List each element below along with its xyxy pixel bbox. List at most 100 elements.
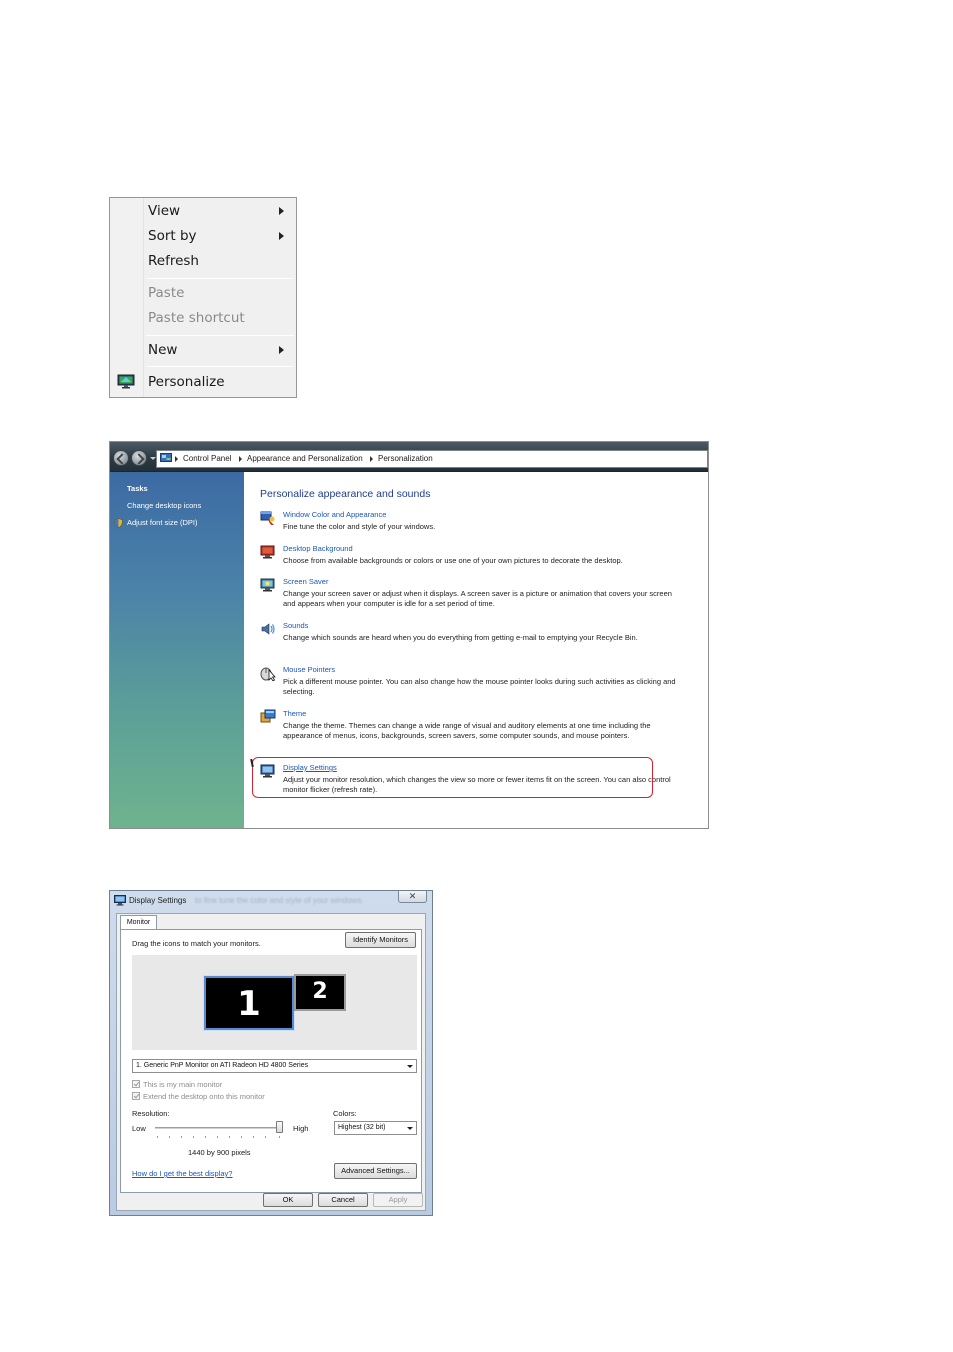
entry-description: Fine tune the color and style of your wi… [283,522,436,531]
menu-item-label: New [148,342,178,358]
breadcrumb[interactable]: Control Panel Appearance and Personaliza… [156,450,708,468]
menu-separator [146,366,294,367]
tasks-sidebar: Tasks Change desktop icons Adjust font s… [110,472,244,828]
forward-button[interactable] [131,450,147,466]
menu-item-paste-shortcut[interactable]: Paste shortcut [148,307,294,329]
slider-tick [253,1136,254,1138]
dialog-body: Monitor Drag the icons to match your mon… [116,913,426,1211]
extend-desktop-label: Extend the desktop onto this monitor [143,1092,265,1101]
sidebar-link-change-desktop-icons[interactable]: Change desktop icons [127,501,201,510]
resolution-label: Resolution: [132,1109,170,1118]
breadcrumb-personalization[interactable]: Personalization [378,451,433,467]
breadcrumb-appearance[interactable]: Appearance and Personalization [247,451,363,467]
sounds-icon [261,623,275,635]
slider-tick [279,1136,280,1138]
uac-shield-icon [114,518,123,528]
monitor-select[interactable]: 1. Generic PnP Monitor on ATI Radeon HD … [132,1059,417,1073]
submenu-arrow-icon [279,232,284,240]
monitor-select-value: 1. Generic PnP Monitor on ATI Radeon HD … [136,1062,309,1069]
slider-tick [169,1136,170,1138]
main-monitor-checkbox[interactable] [132,1080,140,1088]
cancel-button[interactable]: Cancel [318,1193,368,1207]
menu-item-paste[interactable]: Paste [148,282,294,304]
breadcrumb-separator-icon [370,456,373,462]
resolution-slider-track[interactable] [155,1127,281,1129]
link-mouse-pointers[interactable]: Mouse Pointers [283,665,335,674]
monitor-arrangement-area: 1 2 [132,955,417,1050]
screen-saver-icon [260,578,275,592]
window-color-icon [260,511,275,525]
menu-item-sort-by[interactable]: Sort by [148,225,294,247]
extend-desktop-checkbox[interactable] [132,1092,140,1100]
control-panel-icon [160,453,172,462]
slider-tick [181,1136,182,1138]
menu-item-label: Sort by [148,228,197,244]
apply-button[interactable]: Apply [373,1193,423,1207]
colors-label: Colors: [333,1109,357,1118]
desktop-context-menu: View Sort by Refresh Paste Paste shortcu… [109,197,297,398]
sidebar-title: Tasks [127,484,148,493]
menu-item-label: Personalize [148,374,225,390]
slider-tick [217,1136,218,1138]
slider-tick [205,1136,206,1138]
submenu-arrow-icon [279,207,284,215]
entry-description: Choose from available backgrounds or col… [283,556,623,565]
menu-item-label: Paste shortcut [148,310,245,326]
monitor-1-tile[interactable]: 1 [203,975,295,1031]
slider-tick [241,1136,242,1138]
resolution-low-label: Low [132,1124,146,1133]
resolution-slider-thumb[interactable] [276,1121,283,1133]
chevron-down-icon [407,1127,413,1130]
page-title: Personalize appearance and sounds [260,488,431,500]
monitor-tab-panel: Drag the icons to match your monitors. I… [120,929,422,1193]
dialog-title: Display Settings [129,896,187,905]
menu-icon-gutter [110,198,144,397]
resolution-value: 1440 by 900 pixels [188,1148,251,1157]
mouse-pointer-icon [260,667,276,681]
submenu-arrow-icon [279,346,284,354]
colors-select-value: Highest (32 bit) [338,1124,386,1131]
ok-button[interactable]: OK [263,1193,313,1207]
advanced-settings-button[interactable]: Advanced Settings... [334,1163,417,1179]
slider-tick [265,1136,266,1138]
menu-item-refresh[interactable]: Refresh [148,250,294,272]
display-settings-highlight [252,757,653,798]
tab-monitor[interactable]: Monitor [120,915,157,930]
link-window-color[interactable]: Window Color and Appearance [283,510,386,519]
entry-description: Pick a different mouse pointer. You can … [283,677,676,696]
breadcrumb-control-panel[interactable]: Control Panel [183,451,231,467]
slider-tick [193,1136,194,1138]
theme-icon [260,709,276,723]
colors-select[interactable]: Highest (32 bit) [334,1121,417,1135]
menu-item-view[interactable]: View [148,200,294,222]
entry-description: Change your screen saver or adjust when … [283,589,672,608]
close-icon: ✕ [408,891,417,901]
dialog-titlebar[interactable]: Display Settings to fine tune the color … [110,891,432,913]
identify-monitors-button[interactable]: Identify Monitors [345,932,416,948]
best-display-help-link[interactable]: How do I get the best display? [132,1169,232,1178]
desktop-background-icon [260,545,275,559]
link-screen-saver[interactable]: Screen Saver [283,577,328,586]
menu-item-label: View [148,203,181,219]
menu-item-personalize[interactable]: Personalize [148,371,294,393]
drag-instruction: Drag the icons to match your monitors. [132,939,261,948]
back-button[interactable] [113,450,129,466]
address-bar: Control Panel Appearance and Personaliza… [110,442,708,472]
menu-separator [146,278,294,279]
close-button[interactable]: ✕ [398,891,427,903]
monitor-2-tile[interactable]: 2 [294,974,346,1011]
slider-tick [229,1136,230,1138]
sidebar-link-adjust-font-size[interactable]: Adjust font size (DPI) [127,518,197,527]
main-monitor-label: This is my main monitor [143,1080,223,1089]
control-panel-window: Control Panel Appearance and Personaliza… [109,441,709,829]
entry-description: Change which sounds are heard when you d… [283,633,638,642]
slider-tick [157,1136,158,1138]
link-desktop-background[interactable]: Desktop Background [283,544,353,553]
menu-item-label: Refresh [148,253,199,269]
menu-item-label: Paste [148,285,185,301]
menu-item-new[interactable]: New [148,339,294,361]
display-settings-title-icon [114,895,126,906]
link-theme[interactable]: Theme [283,709,306,718]
background-window-text: to fine tune the color and style of your… [195,896,364,905]
link-sounds[interactable]: Sounds [283,621,308,630]
